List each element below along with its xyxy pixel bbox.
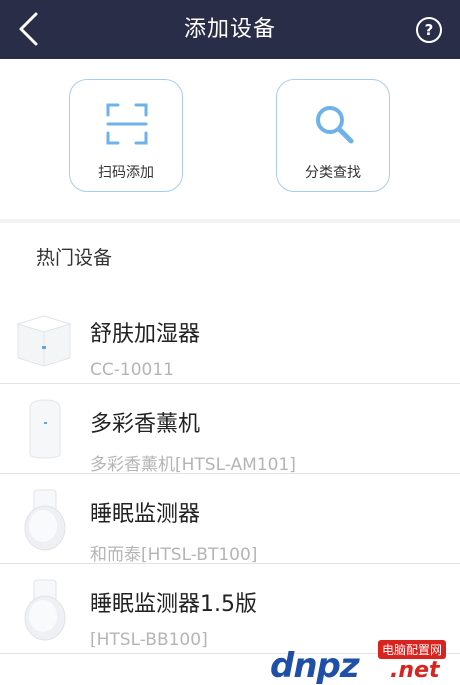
page-title: 添加设备 — [183, 17, 276, 42]
sleep-monitor-image — [24, 579, 66, 641]
humidifier-image — [16, 315, 72, 367]
device-model: CC-10011 — [90, 360, 174, 380]
device-row[interactable]: 舒肤加湿器 CC-10011 — [0, 294, 460, 384]
section-divider — [0, 219, 460, 223]
category-search-button[interactable]: 分类查找 — [276, 79, 390, 192]
device-model: 和而泰[HTSL-BT100] — [90, 545, 258, 565]
category-search-label: 分类查找 — [305, 165, 361, 181]
watermark-tag: 电脑配置网 — [378, 640, 447, 659]
device-row[interactable]: 多彩香薰机 多彩香薰机[HTSL-AM101] — [0, 384, 460, 475]
device-name: 舒肤加湿器 — [90, 322, 201, 347]
sleep-monitor-image — [24, 489, 66, 551]
top-navbar: 添加设备 ? — [0, 0, 460, 59]
scan-frame-icon — [106, 103, 148, 145]
device-row[interactable]: 睡眠监测器 和而泰[HTSL-BT100] — [0, 474, 460, 565]
add-method-panel: 扫码添加 分类查找 — [0, 59, 460, 219]
device-model: 多彩香薰机[HTSL-AM101] — [90, 455, 296, 475]
device-name: 睡眠监测器1.5版 — [90, 592, 257, 617]
help-circle-icon: ? — [424, 21, 434, 39]
device-name: 多彩香薰机 — [90, 412, 201, 437]
search-icon — [316, 106, 354, 144]
scan-add-button[interactable]: 扫码添加 — [69, 79, 183, 192]
watermark-suffix: .net — [390, 658, 440, 683]
help-button[interactable]: ? — [416, 17, 442, 43]
aroma-diffuser-image — [29, 399, 61, 459]
watermark-brand: dnpz — [270, 646, 360, 685]
device-name: 睡眠监测器 — [90, 502, 201, 527]
hot-devices-title: 热门设备 — [36, 247, 113, 269]
device-model: [HTSL-BB100] — [90, 630, 208, 650]
scan-add-label: 扫码添加 — [98, 165, 154, 181]
site-watermark: dnpz 电脑配置网 .net — [270, 638, 460, 685]
